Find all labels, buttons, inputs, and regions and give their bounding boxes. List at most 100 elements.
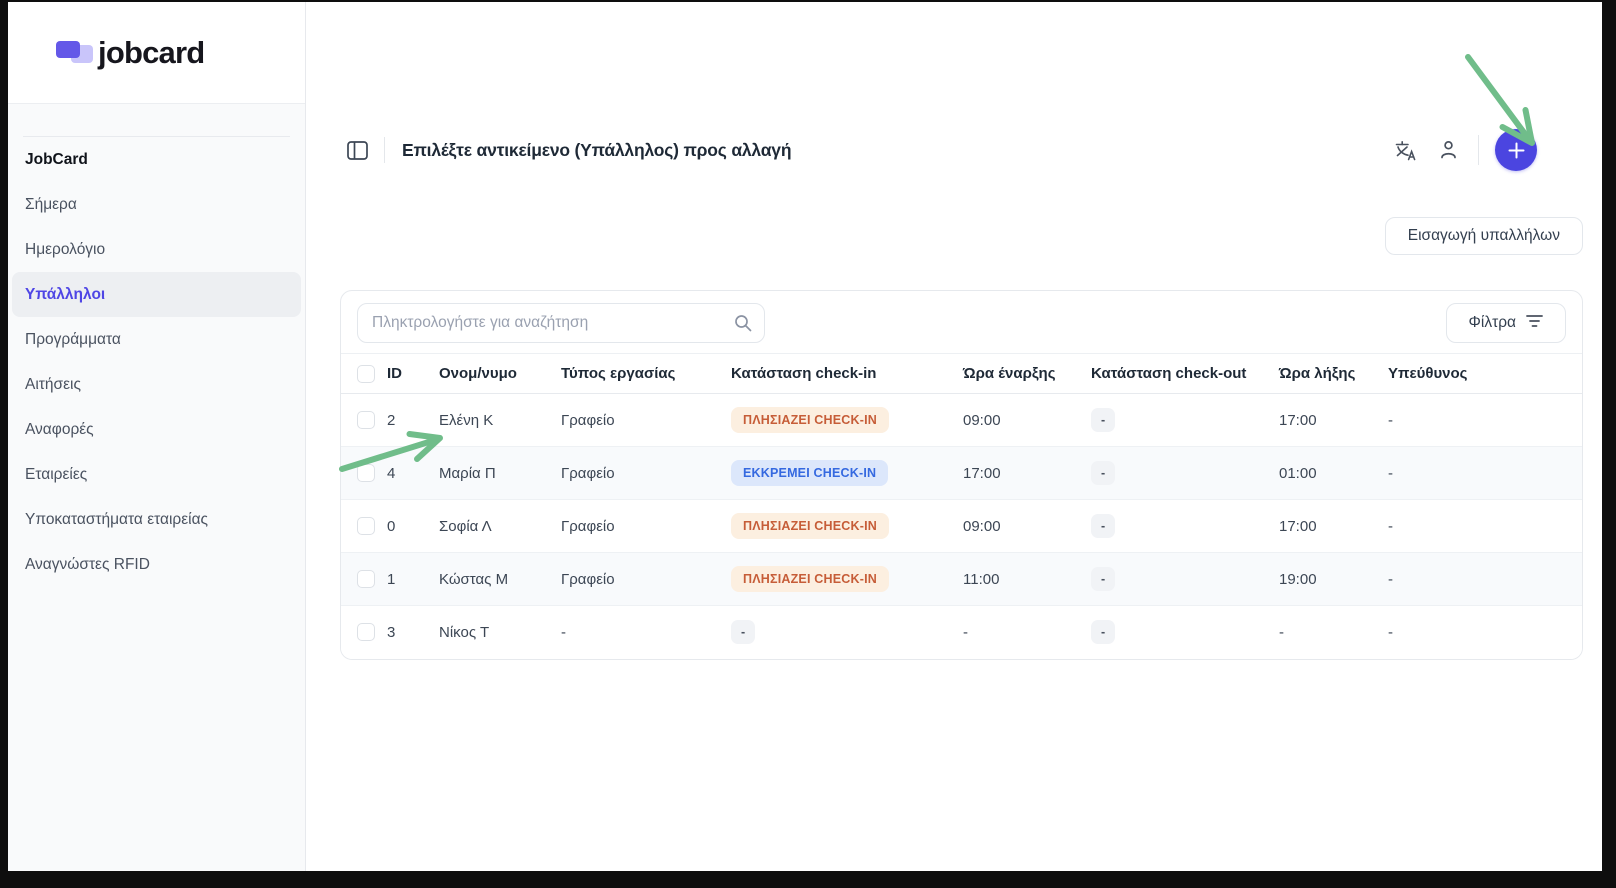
sidebar: jobcard JobCard Σήμερα ΗμερολόγιοΥπάλληλο…	[8, 2, 306, 871]
cell-id: 0	[387, 500, 439, 553]
table-row[interactable]: 2Ελένη ΚΓραφείοΠΛΗΣΙΑΖΕΙ CHECK-IN09:00-1…	[341, 394, 1582, 447]
checkout-status-badge: -	[1091, 408, 1115, 432]
column-header-manager: Υπεύθυνος	[1388, 354, 1582, 394]
sidebar-section-label: JobCard	[12, 137, 301, 182]
card-toolbar: Φίλτρα	[341, 291, 1582, 353]
cell-checkout-status: -	[1091, 553, 1279, 606]
filters-button[interactable]: Φίλτρα	[1446, 303, 1566, 343]
cell-name: Νίκος Τ	[439, 606, 561, 659]
sidebar-item-3[interactable]: Προγράμματα	[12, 317, 301, 362]
cell-start-time: 09:00	[963, 394, 1091, 447]
main-content: Επιλέξτε αντικείμενο (Υπάλληλος) προς αλ…	[306, 2, 1602, 871]
add-button[interactable]	[1495, 129, 1537, 171]
sidebar-item-0[interactable]: Σήμερα	[12, 182, 301, 227]
row-checkbox-cell	[341, 500, 387, 553]
checkout-status-badge: -	[1091, 620, 1115, 644]
row-checkbox-cell	[341, 447, 387, 500]
cell-checkin-status: ΠΛΗΣΙΑΖΕΙ CHECK-IN	[731, 553, 963, 606]
table-row[interactable]: 4Μαρία ΠΓραφείοΕΚΚΡΕΜΕΙ CHECK-IN17:00-01…	[341, 447, 1582, 500]
sidebar-item-label: Υποκαταστήματα εταιρείας	[25, 511, 208, 529]
sidebar-item-1[interactable]: Ημερολόγιο	[12, 227, 301, 272]
table-row[interactable]: 1Κώστας ΜΓραφείοΠΛΗΣΙΑΖΕΙ CHECK-IN11:00-…	[341, 553, 1582, 606]
row-checkbox[interactable]	[357, 623, 375, 641]
sidebar-item-label: Εταιρείες	[25, 466, 87, 484]
cell-start-time: 09:00	[963, 500, 1091, 553]
sidebar-item-6[interactable]: Εταιρείες	[12, 452, 301, 497]
checkin-status-badge: ΠΛΗΣΙΑΖΕΙ CHECK-IN	[731, 566, 889, 592]
checkout-status-badge: -	[1091, 567, 1115, 591]
translate-icon[interactable]	[1392, 136, 1420, 164]
column-header-start-time: Ώρα έναρξης	[963, 354, 1091, 394]
checkin-status-badge: -	[731, 620, 755, 644]
sidebar-item-5[interactable]: Αναφορές	[12, 407, 301, 452]
filters-button-label: Φίλτρα	[1469, 314, 1516, 332]
cell-manager: -	[1388, 606, 1582, 659]
checkin-status-badge: ΠΛΗΣΙΑΖΕΙ CHECK-IN	[731, 407, 889, 433]
checkout-status-badge: -	[1091, 514, 1115, 538]
cell-manager: -	[1388, 447, 1582, 500]
cell-manager: -	[1388, 394, 1582, 447]
row-checkbox[interactable]	[357, 570, 375, 588]
row-checkbox[interactable]	[357, 517, 375, 535]
cell-end-time: 17:00	[1279, 394, 1388, 447]
sidebar-item-label: Αναγνώστες RFID	[25, 556, 150, 574]
page-header: Επιλέξτε αντικείμενο (Υπάλληλος) προς αλ…	[306, 128, 1602, 172]
column-header-work-type: Τύπος εργασίας	[561, 354, 731, 394]
cell-work-type: Γραφείο	[561, 500, 731, 553]
column-header-checkout-status: Κατάσταση check-out	[1091, 354, 1279, 394]
row-checkbox[interactable]	[357, 464, 375, 482]
filter-icon	[1526, 314, 1543, 333]
cell-start-time: 11:00	[963, 553, 1091, 606]
cell-checkout-status: -	[1091, 394, 1279, 447]
cell-name: Ελένη Κ	[439, 394, 561, 447]
employees-card: Φίλτρα	[340, 290, 1583, 660]
cell-end-time: 01:00	[1279, 447, 1388, 500]
sidebar-item-8[interactable]: Αναγνώστες RFID	[12, 542, 301, 587]
cell-id: 4	[387, 447, 439, 500]
cell-checkin-status: ΠΛΗΣΙΑΖΕΙ CHECK-IN	[731, 500, 963, 553]
cell-name: Μαρία Π	[439, 447, 561, 500]
table-row[interactable]: 3Νίκος Τ------	[341, 606, 1582, 659]
cell-checkout-status: -	[1091, 606, 1279, 659]
row-checkbox-cell	[341, 553, 387, 606]
cell-end-time: 17:00	[1279, 500, 1388, 553]
column-header-checkin-status: Κατάσταση check-in	[731, 354, 963, 394]
cell-checkin-status: ΠΛΗΣΙΑΖΕΙ CHECK-IN	[731, 394, 963, 447]
cell-name: Κώστας Μ	[439, 553, 561, 606]
row-checkbox[interactable]	[357, 411, 375, 429]
header-divider	[1478, 135, 1479, 165]
sidebar-item-label: Αιτήσεις	[25, 376, 81, 394]
cell-name: Σοφία Λ	[439, 500, 561, 553]
cell-start-time: 17:00	[963, 447, 1091, 500]
cell-work-type: -	[561, 606, 731, 659]
search-wrap	[357, 303, 765, 343]
cell-checkout-status: -	[1091, 500, 1279, 553]
table-row[interactable]: 0Σοφία ΛΓραφείοΠΛΗΣΙΑΖΕΙ CHECK-IN09:00-1…	[341, 500, 1582, 553]
sidebar-item-label: Προγράμματα	[25, 331, 121, 349]
select-all-checkbox[interactable]	[357, 365, 375, 383]
search-input[interactable]	[357, 303, 765, 343]
cell-id: 2	[387, 394, 439, 447]
app-window: jobcard JobCard Σήμερα ΗμερολόγιοΥπάλληλο…	[8, 2, 1602, 871]
cell-checkin-status: -	[731, 606, 963, 659]
user-icon[interactable]	[1434, 136, 1462, 164]
checkin-status-badge: ΕΚΚΡΕΜΕΙ CHECK-IN	[731, 460, 888, 486]
column-header-end-time: Ώρα λήξης	[1279, 354, 1388, 394]
search-icon	[734, 314, 752, 337]
sidebar-item-label: Σήμερα	[25, 196, 77, 214]
sidebar-item-2[interactable]: Υπάλληλοι	[12, 272, 301, 317]
import-employees-button[interactable]: Εισαγωγή υπαλλήλων	[1385, 217, 1583, 255]
logo[interactable]: jobcard	[8, 2, 305, 104]
cell-checkin-status: ΕΚΚΡΕΜΕΙ CHECK-IN	[731, 447, 963, 500]
sidebar-item-7[interactable]: Υποκαταστήματα εταιρείας	[12, 497, 301, 542]
panel-left-icon[interactable]	[343, 136, 371, 164]
cell-manager: -	[1388, 553, 1582, 606]
cell-end-time: -	[1279, 606, 1388, 659]
sidebar-item-4[interactable]: Αιτήσεις	[12, 362, 301, 407]
jobcard-logo-icon	[56, 40, 96, 66]
table-header-row: ID Ονομ/νυμο Τύπος εργασίας Κατάσταση ch…	[341, 354, 1582, 394]
cell-work-type: Γραφείο	[561, 553, 731, 606]
cell-manager: -	[1388, 500, 1582, 553]
column-header-name: Ονομ/νυμο	[439, 354, 561, 394]
employees-table: ID Ονομ/νυμο Τύπος εργασίας Κατάσταση ch…	[341, 353, 1582, 659]
